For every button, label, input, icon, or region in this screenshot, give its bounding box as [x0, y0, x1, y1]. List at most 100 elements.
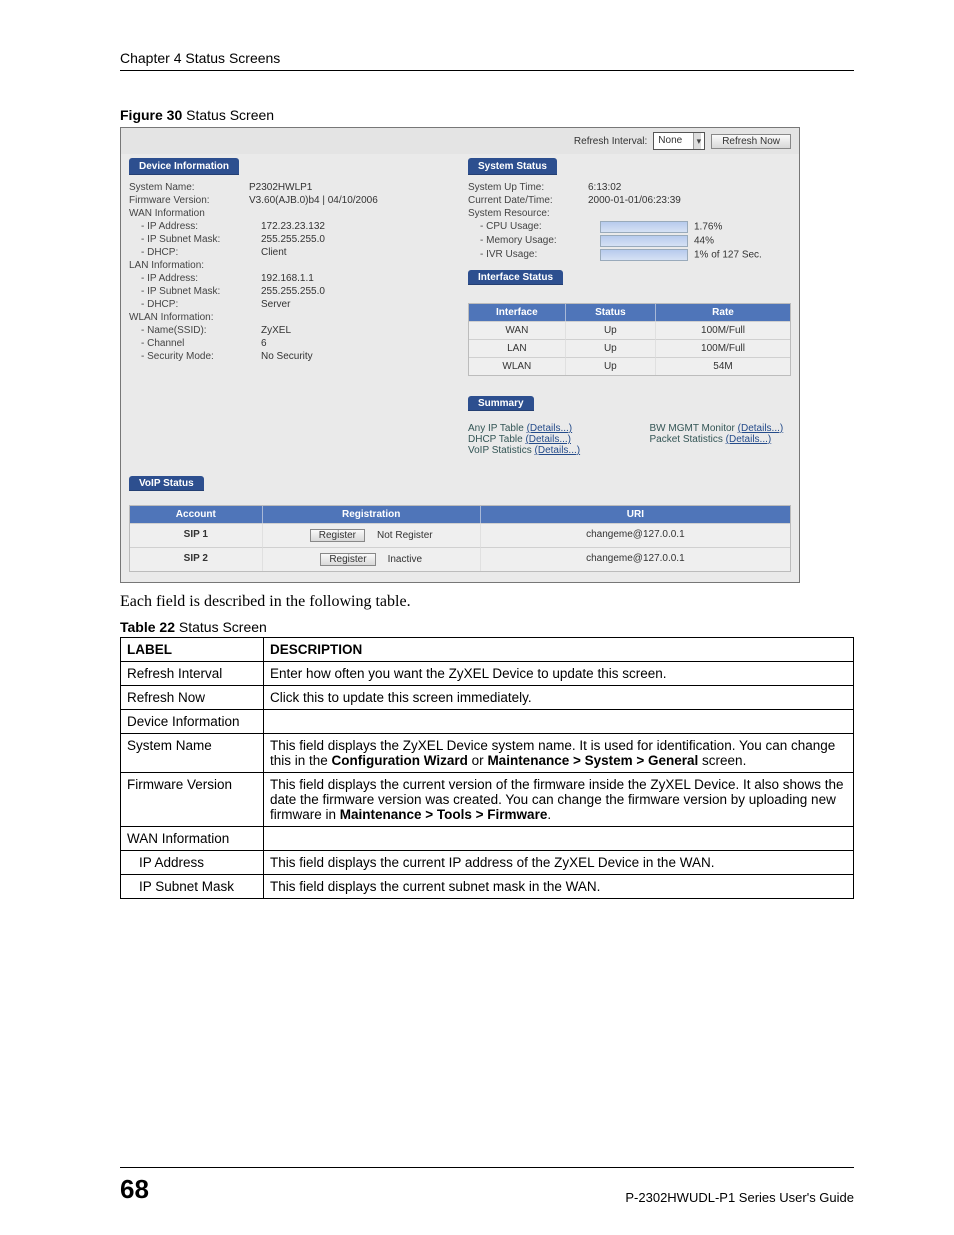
table-row: WAN Information — [121, 827, 854, 851]
interface-row: LANUp100M/Full — [469, 339, 790, 357]
device-info-row: - Security Mode:No Security — [129, 350, 452, 363]
info-key: - DHCP: — [129, 299, 261, 310]
register-button[interactable]: Register — [320, 553, 375, 566]
body-text: Each field is described in the following… — [120, 593, 854, 611]
interface-cell: WAN — [469, 321, 566, 339]
voip-col-registration: Registration — [263, 506, 481, 523]
desc-description — [264, 710, 854, 734]
status-value: 44% — [600, 235, 714, 247]
info-value: Server — [261, 299, 290, 310]
status-key: - Memory Usage: — [468, 235, 600, 247]
device-info-row: LAN Information: — [129, 259, 452, 272]
usage-bar — [600, 235, 688, 247]
desc-description: This field displays the current version … — [264, 773, 854, 827]
status-key: System Resource: — [468, 208, 588, 219]
voip-registration-cell: RegisterInactive — [263, 547, 481, 571]
info-value: 255.255.255.0 — [261, 286, 325, 297]
refresh-interval-select[interactable]: None — [653, 132, 705, 150]
system-status-row: - Memory Usage:44% — [468, 234, 791, 248]
system-status-row: - IVR Usage:1% of 127 Sec. — [468, 248, 791, 262]
desc-description — [264, 827, 854, 851]
device-info-row: System Name:P2302HWLP1 — [129, 181, 452, 194]
status-value: 1.76% — [600, 221, 722, 233]
device-info-row: - Channel6 — [129, 337, 452, 350]
info-key: - Name(SSID): — [129, 325, 261, 336]
device-info-row: WAN Information — [129, 207, 452, 220]
info-key: WAN Information — [129, 208, 249, 219]
device-info-row: - IP Address:172.23.23.132 — [129, 220, 452, 233]
voip-account: SIP 2 — [130, 547, 263, 571]
summary-link[interactable]: VoIP Statistics (Details...) — [468, 445, 610, 456]
system-status-row: - CPU Usage:1.76% — [468, 220, 791, 234]
interface-cell: WLAN — [469, 357, 566, 375]
info-key: - IP Subnet Mask: — [129, 234, 261, 245]
device-info-row: - DHCP:Server — [129, 298, 452, 311]
table-row: System NameThis field displays the ZyXEL… — [121, 734, 854, 773]
table-caption: Table 22 Status Screen — [120, 619, 854, 635]
voip-registration-cell: RegisterNot Register — [263, 523, 481, 547]
status-key: - CPU Usage: — [468, 221, 600, 233]
refresh-topbar: Refresh Interval: None Refresh Now — [121, 128, 799, 154]
info-key: LAN Information: — [129, 260, 249, 271]
desc-col-description: DESCRIPTION — [264, 638, 854, 662]
system-status-list: System Up Time:6:13:02Current Date/Time:… — [468, 181, 791, 262]
info-value: No Security — [261, 351, 313, 362]
table-number: Table 22 — [120, 619, 175, 635]
summary-link[interactable]: Packet Statistics (Details...) — [650, 434, 792, 445]
device-info-row: - IP Subnet Mask:255.255.255.0 — [129, 233, 452, 246]
usage-bar — [600, 221, 688, 233]
if-col-interface: Interface — [469, 304, 566, 321]
info-key: - IP Address: — [129, 221, 261, 232]
desc-label: Refresh Now — [121, 686, 264, 710]
if-col-status: Status — [566, 304, 656, 321]
summary-link[interactable]: Any IP Table (Details...) — [468, 423, 610, 434]
table-row: Refresh NowClick this to update this scr… — [121, 686, 854, 710]
interface-cell: LAN — [469, 339, 566, 357]
summary-link[interactable]: DHCP Table (Details...) — [468, 434, 610, 445]
desc-label: IP Address — [121, 851, 264, 875]
interface-cell: Up — [566, 357, 656, 375]
voip-status-table: Account Registration URI SIP 1RegisterNo… — [129, 505, 791, 572]
system-status-row: Current Date/Time:2000-01-01/06:23:39 — [468, 194, 791, 207]
interface-row: WLANUp54M — [469, 357, 790, 375]
device-info-header: Device Information — [129, 158, 239, 175]
info-key: - DHCP: — [129, 247, 261, 258]
info-key: - Security Mode: — [129, 351, 261, 362]
system-status-row: System Resource: — [468, 207, 791, 220]
desc-description: This field displays the current subnet m… — [264, 875, 854, 899]
device-info-row: WLAN Information: — [129, 311, 452, 324]
desc-description: This field displays the ZyXEL Device sys… — [264, 734, 854, 773]
summary-link[interactable]: BW MGMT Monitor (Details...) — [650, 423, 792, 434]
table-row: Firmware VersionThis field displays the … — [121, 773, 854, 827]
voip-col-uri: URI — [481, 506, 790, 523]
register-button[interactable]: Register — [310, 529, 365, 542]
description-table: LABEL DESCRIPTION Refresh IntervalEnter … — [120, 637, 854, 899]
voip-row: SIP 2RegisterInactivechangeme@127.0.0.1 — [130, 547, 790, 571]
info-key: WLAN Information: — [129, 312, 249, 323]
status-key: System Up Time: — [468, 182, 588, 193]
interface-status-header: Interface Status — [468, 270, 563, 285]
voip-col-account: Account — [130, 506, 263, 523]
page-number: 68 — [120, 1174, 149, 1205]
info-value: Client — [261, 247, 287, 258]
info-key: Firmware Version: — [129, 195, 249, 206]
chapter-header: Chapter 4 Status Screens — [120, 50, 854, 71]
status-value: 1% of 127 Sec. — [600, 249, 762, 261]
table-row: IP Subnet MaskThis field displays the cu… — [121, 875, 854, 899]
info-key: - Channel — [129, 338, 261, 349]
voip-row: SIP 1RegisterNot Registerchangeme@127.0.… — [130, 523, 790, 547]
desc-description: Click this to update this screen immedia… — [264, 686, 854, 710]
refresh-now-button[interactable]: Refresh Now — [711, 134, 791, 149]
desc-label: WAN Information — [121, 827, 264, 851]
desc-description: This field displays the current IP addre… — [264, 851, 854, 875]
system-status-row: System Up Time:6:13:02 — [468, 181, 791, 194]
page-footer: 68 P-2302HWUDL-P1 Series User's Guide — [120, 1167, 854, 1205]
table-row: Refresh IntervalEnter how often you want… — [121, 662, 854, 686]
info-value: P2302HWLP1 — [249, 182, 312, 193]
device-info-list: System Name:P2302HWLP1Firmware Version:V… — [129, 181, 452, 363]
interface-cell: 100M/Full — [656, 321, 790, 339]
interface-cell: Up — [566, 339, 656, 357]
table-row: IP AddressThis field displays the curren… — [121, 851, 854, 875]
status-screenshot: Refresh Interval: None Refresh Now Devic… — [120, 127, 800, 583]
interface-cell: 54M — [656, 357, 790, 375]
